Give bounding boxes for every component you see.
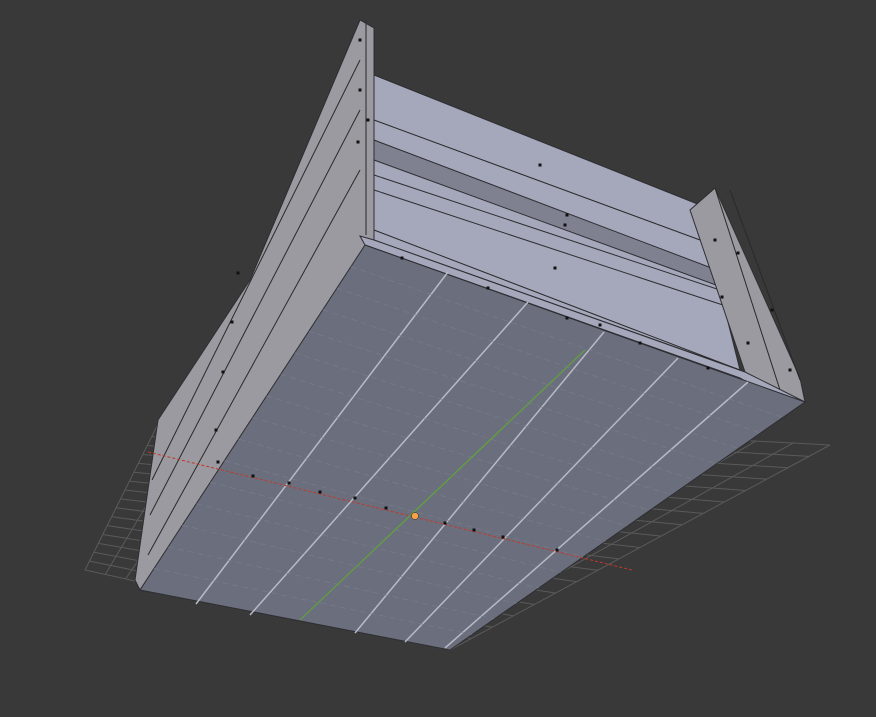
mesh-vertex[interactable]: [555, 548, 559, 552]
mesh-vertex[interactable]: [706, 366, 710, 370]
mesh-vertex[interactable]: [230, 320, 234, 324]
3d-viewport[interactable]: [0, 0, 876, 717]
mesh-vertex[interactable]: [713, 238, 717, 242]
mesh-vertex[interactable]: [287, 481, 291, 485]
mesh-vertex[interactable]: [356, 140, 360, 144]
mesh-vertex[interactable]: [472, 528, 476, 532]
mesh-vertex[interactable]: [216, 460, 220, 464]
mesh-vertex[interactable]: [553, 266, 557, 270]
mesh-vertex[interactable]: [353, 496, 357, 500]
mesh-vertex[interactable]: [214, 428, 218, 432]
object-origin-point[interactable]: [411, 512, 419, 520]
mesh-vertex[interactable]: [400, 256, 404, 260]
mesh-vertex[interactable]: [358, 88, 362, 92]
mesh-vertex[interactable]: [236, 271, 240, 275]
mesh-vertex[interactable]: [366, 118, 370, 122]
mesh-vertex[interactable]: [384, 506, 388, 510]
mesh-vertex[interactable]: [251, 474, 255, 478]
mesh-vertex[interactable]: [720, 295, 724, 299]
mesh-vertex[interactable]: [598, 323, 602, 327]
viewport-canvas[interactable]: [0, 0, 876, 717]
mesh-vertex[interactable]: [501, 535, 505, 539]
mesh-vertex[interactable]: [318, 490, 322, 494]
mesh-vertex[interactable]: [770, 308, 774, 312]
mesh-vertex[interactable]: [565, 213, 569, 217]
mesh-vertex[interactable]: [638, 341, 642, 345]
mesh-vertex[interactable]: [736, 251, 740, 255]
mesh-vertex[interactable]: [746, 341, 750, 345]
mesh-vertex[interactable]: [443, 521, 447, 525]
mesh-vertex[interactable]: [538, 163, 542, 167]
mesh-vertex[interactable]: [358, 38, 362, 42]
mesh-vertex[interactable]: [221, 370, 225, 374]
mesh-vertex[interactable]: [486, 286, 490, 290]
mesh-vertex[interactable]: [563, 223, 567, 227]
mesh-vertex[interactable]: [788, 368, 792, 372]
mesh-vertex[interactable]: [565, 316, 569, 320]
